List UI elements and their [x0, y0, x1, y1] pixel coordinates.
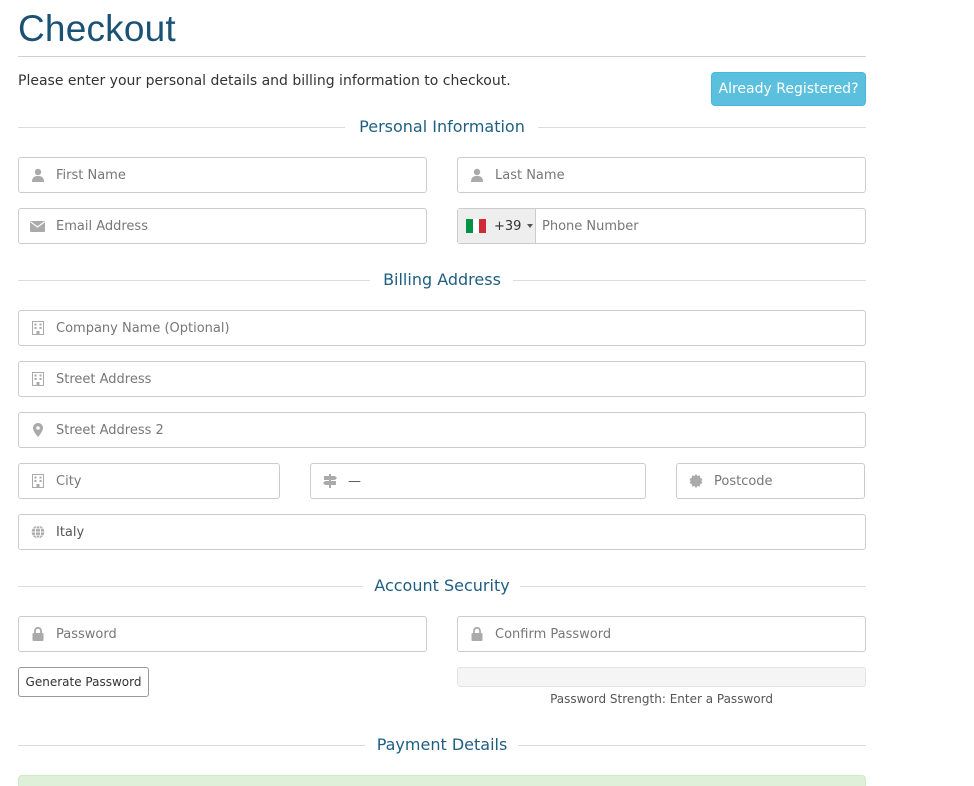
map-marker-icon [19, 413, 56, 447]
lock-icon [19, 617, 56, 651]
email-field[interactable]: Email Address [18, 208, 427, 244]
password-field[interactable]: Password [18, 616, 427, 652]
building-icon [19, 464, 56, 498]
section-heading-billing: Billing Address [18, 268, 866, 292]
section-title: Billing Address [383, 270, 501, 289]
password-strength-meter [457, 667, 866, 687]
street-address-field[interactable]: Street Address [18, 361, 866, 397]
last-name-placeholder: Last Name [495, 167, 565, 183]
first-name-field[interactable]: First Name [18, 157, 427, 193]
lock-icon [458, 617, 495, 651]
phone-field[interactable]: +39 Phone Number [457, 208, 866, 244]
street-address-2-placeholder: Street Address 2 [56, 422, 164, 438]
state-select[interactable]: — [310, 463, 646, 499]
certificate-icon [677, 464, 714, 498]
postcode-placeholder: Postcode [714, 473, 773, 489]
last-name-field[interactable]: Last Name [457, 157, 866, 193]
country-value: Italy [56, 524, 85, 540]
street-address-placeholder: Street Address [56, 371, 152, 387]
section-title: Account Security [374, 576, 510, 595]
section-heading-payment: Payment Details [18, 733, 866, 757]
city-field[interactable]: City [18, 463, 280, 499]
building-icon [19, 311, 56, 345]
state-value: — [348, 473, 361, 489]
confirm-password-placeholder: Confirm Password [495, 626, 612, 642]
user-icon [19, 158, 56, 192]
intro-text: Please enter your personal details and b… [18, 73, 511, 89]
confirm-password-field[interactable]: Confirm Password [457, 616, 866, 652]
building-icon [19, 362, 56, 396]
phone-country-code: +39 [494, 218, 522, 234]
title-divider [18, 56, 866, 57]
company-name-field[interactable]: Company Name (Optional) [18, 310, 866, 346]
envelope-icon [19, 209, 56, 243]
user-icon [458, 158, 495, 192]
password-strength-text: Password Strength: Enter a Password [550, 692, 773, 706]
section-title: Payment Details [376, 735, 508, 754]
email-placeholder: Email Address [56, 218, 148, 234]
signpost-icon [311, 464, 348, 498]
phone-placeholder: Phone Number [542, 218, 639, 234]
first-name-placeholder: First Name [56, 167, 126, 183]
password-placeholder: Password [56, 626, 117, 642]
company-name-placeholder: Company Name (Optional) [56, 320, 230, 336]
chevron-down-icon [527, 224, 534, 228]
city-placeholder: City [56, 473, 82, 489]
country-select[interactable]: Italy [18, 514, 866, 550]
payment-summary-box [18, 775, 866, 786]
page-title: Checkout [18, 8, 176, 49]
globe-icon [19, 515, 56, 549]
italy-flag-icon [466, 219, 487, 233]
section-heading-personal: Personal Information [18, 115, 866, 139]
already-registered-button[interactable]: Already Registered? [711, 72, 866, 106]
phone-country-selector[interactable]: +39 [458, 209, 536, 243]
street-address-2-field[interactable]: Street Address 2 [18, 412, 866, 448]
postcode-field[interactable]: Postcode [676, 463, 865, 499]
generate-password-button[interactable]: Generate Password [18, 667, 149, 697]
section-heading-security: Account Security [18, 574, 866, 598]
section-title: Personal Information [359, 117, 525, 136]
